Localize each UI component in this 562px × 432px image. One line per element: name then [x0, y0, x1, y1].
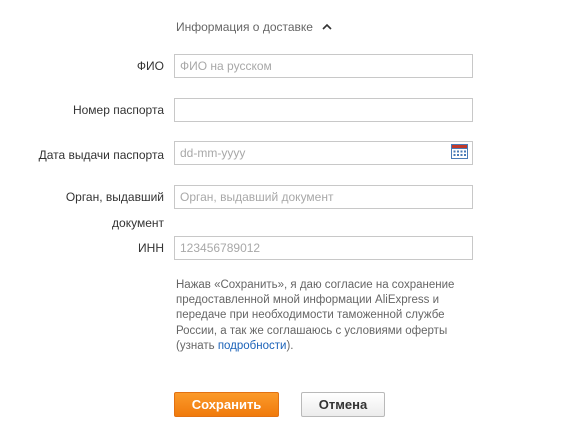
save-button-label: Сохранить	[191, 397, 262, 412]
consent-text: Нажав «Сохранить», я даю согласие на сох…	[176, 278, 476, 354]
fio-input[interactable]	[174, 54, 473, 78]
issuer-label: Орган, выдавший документ	[0, 184, 164, 236]
details-link[interactable]: подробности	[218, 340, 287, 352]
cancel-button[interactable]: Отмена	[301, 392, 385, 417]
cancel-button-label: Отмена	[318, 397, 368, 412]
consent-tail: ).	[286, 339, 294, 352]
passport-label: Номер паспорта	[72, 103, 164, 117]
issue-date-input[interactable]	[174, 141, 473, 165]
fio-label: ФИО	[136, 59, 164, 73]
save-button[interactable]: Сохранить	[174, 392, 279, 417]
issuer-input[interactable]	[174, 185, 473, 209]
inn-label: ИНН	[138, 241, 164, 255]
calendar-icon[interactable]	[451, 144, 468, 159]
chevron-up-icon	[322, 23, 332, 30]
issuer-label-line2: документ	[112, 216, 164, 230]
issuer-label-line1: Орган, выдавший	[65, 190, 164, 204]
passport-number-input[interactable]	[174, 98, 473, 122]
inn-input[interactable]	[174, 236, 473, 260]
delivery-info-toggle[interactable]: Информация о доставке	[176, 17, 333, 37]
issue-date-label: Дата выдачи паспорта	[38, 148, 164, 162]
section-title: Информация о доставке	[176, 20, 313, 34]
